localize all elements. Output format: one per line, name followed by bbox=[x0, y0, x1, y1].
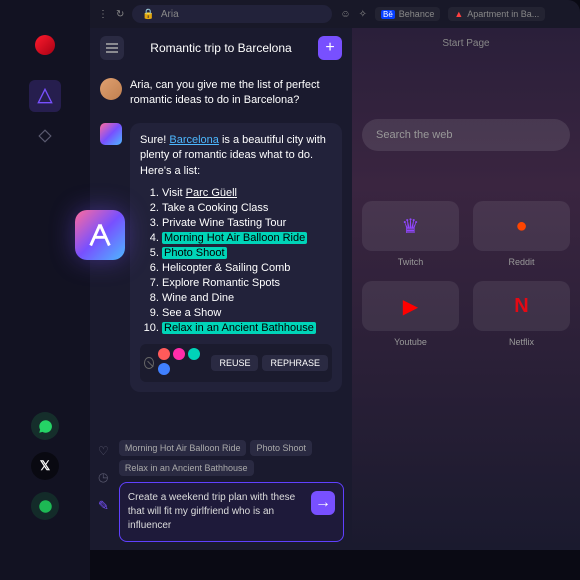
reload-icon[interactable]: ↻ bbox=[116, 9, 124, 20]
whatsapp-icon[interactable] bbox=[31, 412, 59, 440]
highlighted-item[interactable]: Relax in an Ancient Bathhouse bbox=[162, 322, 316, 334]
device-base bbox=[40, 550, 580, 580]
tile-label: Twitch bbox=[398, 257, 424, 267]
sidebar-diamond-icon[interactable] bbox=[29, 120, 61, 152]
tile-label: Netflix bbox=[509, 337, 534, 347]
compose-icon[interactable]: ✎ bbox=[98, 498, 109, 514]
user-avatar-icon bbox=[100, 78, 122, 100]
twitch-icon: ♛ bbox=[362, 201, 459, 251]
aria-sidebar-icon[interactable] bbox=[29, 80, 61, 112]
aria-message: Sure! Barcelona is a beautiful city with… bbox=[100, 123, 342, 392]
speed-dial-tile[interactable]: ♛ Twitch bbox=[362, 201, 459, 267]
chat-bottom: ♡ ◷ ✎ Morning Hot Air Balloon RidePhoto … bbox=[90, 432, 352, 550]
speed-dial-tile[interactable]: ● Reddit bbox=[473, 201, 570, 267]
highlighted-item[interactable]: Morning Hot Air Balloon Ride bbox=[162, 232, 307, 244]
main-panel: ⋮ ↻ 🔒 Aria ☺ ✧ Bē Behance ▲ Apartment in… bbox=[90, 0, 580, 550]
menu-button[interactable] bbox=[100, 36, 124, 60]
rephrase-button[interactable]: REPHRASE bbox=[262, 355, 328, 371]
suggestion-chip[interactable]: Relax in an Ancient Bathhouse bbox=[119, 460, 254, 476]
new-chat-button[interactable]: + bbox=[318, 36, 342, 60]
list-link[interactable]: Parc Güell bbox=[186, 187, 237, 199]
more-icon[interactable]: ⋮ bbox=[98, 9, 108, 20]
list-item: Take a Cooking Class bbox=[162, 202, 332, 214]
ideas-list: Visit Parc Güell Take a Cooking Class Priv… bbox=[140, 187, 332, 334]
sidebar-left: 𝕏 bbox=[0, 0, 90, 580]
color-swatch[interactable] bbox=[158, 348, 170, 360]
user-message-text: Aria, can you give me the list of perfec… bbox=[130, 78, 342, 109]
user-message: Aria, can you give me the list of perfec… bbox=[100, 78, 342, 109]
barcelona-link[interactable]: Barcelona bbox=[169, 134, 219, 146]
address-title: Aria bbox=[161, 9, 179, 20]
list-item: Private Wine Tasting Tour bbox=[162, 217, 332, 229]
list-item: Morning Hot Air Balloon Ride bbox=[162, 232, 332, 244]
list-item: Wine and Dine bbox=[162, 292, 332, 304]
list-item: Explore Romantic Spots bbox=[162, 277, 332, 289]
start-page: Start Page Search the web ♛ Twitch ● Reddit… bbox=[352, 28, 580, 550]
speed-dial-tiles: ♛ Twitch ● Reddit ▶ Youtube N Netflix bbox=[352, 181, 580, 367]
action-bar: REUSE REPHRASE bbox=[140, 344, 332, 382]
suggestion-chip[interactable]: Morning Hot Air Balloon Ride bbox=[119, 440, 247, 456]
highlighted-item[interactable]: Photo Shoot bbox=[162, 247, 227, 259]
compose-input[interactable]: Create a weekend trip plan with these th… bbox=[119, 482, 344, 542]
color-swatch[interactable] bbox=[188, 348, 200, 360]
tab-behance[interactable]: Bē Behance bbox=[375, 7, 440, 21]
speed-dial-tile[interactable]: N Netflix bbox=[473, 281, 570, 347]
favorite-icon[interactable]: ♡ bbox=[98, 444, 109, 458]
list-item: Photo Shoot bbox=[162, 247, 332, 259]
reddit-icon: ● bbox=[473, 201, 570, 251]
reuse-button[interactable]: REUSE bbox=[211, 355, 258, 371]
tile-label: Reddit bbox=[508, 257, 534, 267]
history-icon[interactable]: ◷ bbox=[98, 470, 109, 484]
speed-dial-tile[interactable]: ▶ Youtube bbox=[362, 281, 459, 347]
suggestion-chips: Morning Hot Air Balloon RidePhoto Shoot R… bbox=[119, 440, 344, 476]
top-bar: ⋮ ↻ 🔒 Aria ☺ ✧ Bē Behance ▲ Apartment in… bbox=[90, 0, 580, 28]
aria-avatar-icon bbox=[100, 123, 122, 145]
aria-reply: Sure! Barcelona is a beautiful city with… bbox=[130, 123, 342, 392]
aria-floating-icon[interactable] bbox=[75, 210, 125, 260]
color-swatch[interactable] bbox=[173, 348, 185, 360]
netflix-icon: N bbox=[473, 281, 570, 331]
chat-body: Aria, can you give me the list of perfec… bbox=[90, 68, 352, 432]
suggestion-chip[interactable]: Photo Shoot bbox=[250, 440, 312, 456]
opera-logo-icon[interactable] bbox=[35, 35, 55, 55]
send-button[interactable]: → bbox=[311, 491, 335, 515]
spotify-icon[interactable] bbox=[31, 492, 59, 520]
youtube-icon: ▶ bbox=[362, 281, 459, 331]
no-color-icon[interactable] bbox=[144, 357, 154, 369]
color-swatch[interactable] bbox=[158, 363, 170, 375]
list-item: Helicopter & Sailing Comb bbox=[162, 262, 332, 274]
chat-title: Romantic trip to Barcelona bbox=[134, 41, 308, 55]
chat-panel: Romantic trip to Barcelona + Aria, can y… bbox=[90, 28, 352, 550]
compose-text: Create a weekend trip plan with these th… bbox=[128, 491, 303, 533]
settings-icon[interactable]: ✧ bbox=[359, 9, 367, 20]
list-item: Visit Parc Güell bbox=[162, 187, 332, 199]
list-item: Relax in an Ancient Bathhouse bbox=[162, 322, 332, 334]
search-web-input[interactable]: Search the web bbox=[362, 119, 570, 151]
address-bar[interactable]: 🔒 Aria bbox=[132, 5, 332, 23]
tab-apartment[interactable]: ▲ Apartment in Ba... bbox=[448, 7, 545, 21]
x-icon[interactable]: 𝕏 bbox=[31, 452, 59, 480]
tile-label: Youtube bbox=[394, 337, 427, 347]
list-item: See a Show bbox=[162, 307, 332, 319]
start-page-label: Start Page bbox=[352, 28, 580, 59]
chat-header: Romantic trip to Barcelona + bbox=[90, 28, 352, 68]
lock-icon: 🔒 bbox=[142, 9, 154, 20]
face-icon[interactable]: ☺ bbox=[340, 9, 350, 20]
